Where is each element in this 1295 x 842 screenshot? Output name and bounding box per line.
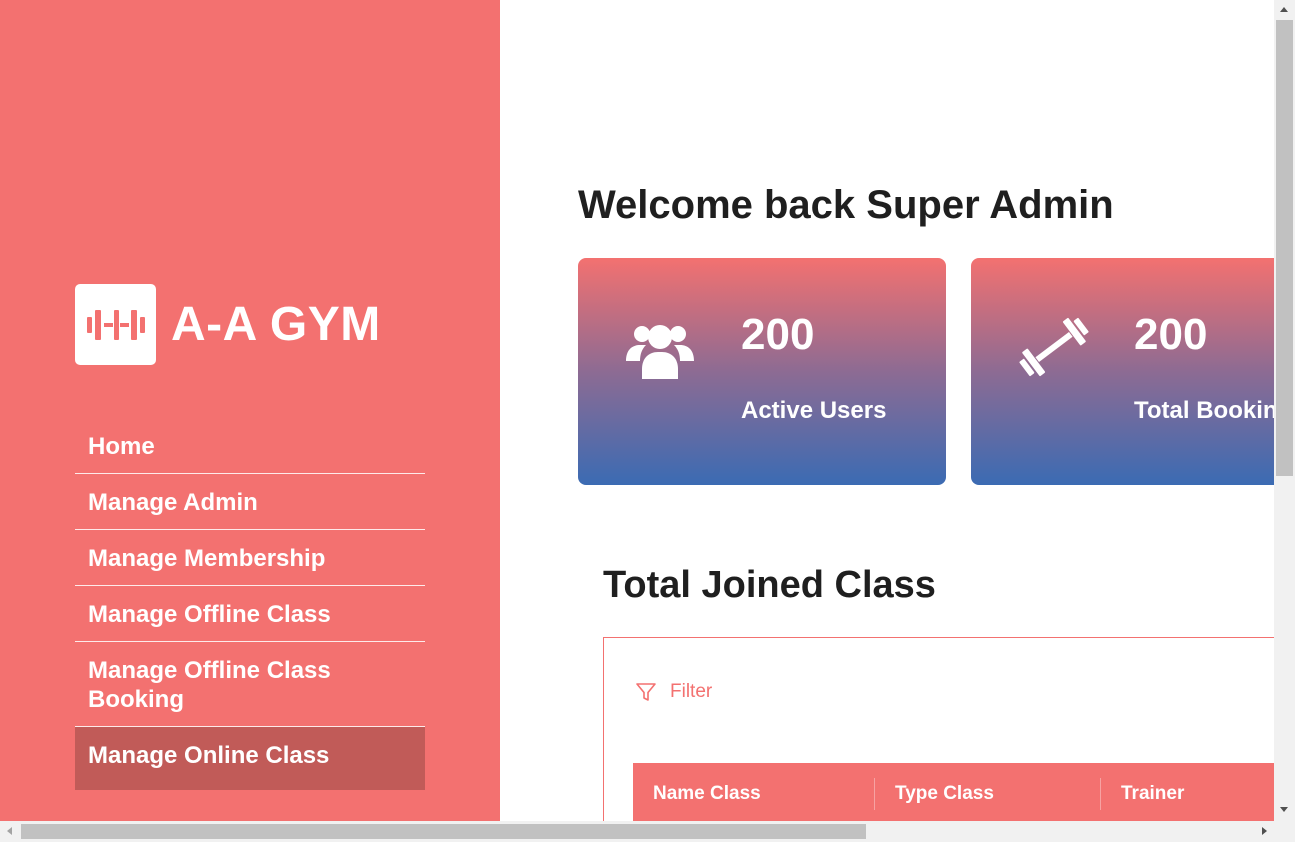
vertical-scroll-thumb[interactable] bbox=[1276, 20, 1293, 476]
page-viewport: A-A GYM Home Manage Admin Manage Members… bbox=[0, 0, 1274, 821]
dumbbell-icon bbox=[75, 284, 156, 365]
joined-class-panel: Filter Name Class Type Class Trainer bbox=[603, 637, 1274, 821]
stat-card-total-booking[interactable]: 200 Total Bookin bbox=[971, 258, 1274, 485]
filter-button[interactable]: Filter bbox=[635, 681, 712, 703]
horizontal-scrollbar[interactable] bbox=[0, 821, 1274, 842]
section-title: Total Joined Class bbox=[603, 564, 936, 606]
scroll-right-arrow-icon[interactable] bbox=[1262, 827, 1267, 835]
filter-label: Filter bbox=[670, 681, 713, 702]
scroll-down-arrow-icon[interactable] bbox=[1280, 807, 1288, 812]
column-header-type-class[interactable]: Type Class bbox=[874, 778, 1100, 810]
sidebar-item-home[interactable]: Home bbox=[75, 418, 425, 474]
users-icon bbox=[624, 313, 696, 385]
page-title: Welcome back Super Admin bbox=[578, 183, 1114, 227]
barbell-icon bbox=[1015, 314, 1089, 386]
sidebar-item-manage-admin[interactable]: Manage Admin bbox=[75, 474, 425, 530]
stat-label: Total Bookin bbox=[1134, 397, 1274, 424]
filter-icon bbox=[636, 683, 656, 701]
stat-value: 200 bbox=[741, 310, 815, 359]
table-header: Name Class Type Class Trainer bbox=[633, 763, 1274, 821]
brand-logo[interactable]: A-A GYM bbox=[75, 284, 381, 365]
sidebar-item-manage-offline-class[interactable]: Manage Offline Class bbox=[75, 586, 425, 642]
sidebar: A-A GYM Home Manage Admin Manage Members… bbox=[0, 0, 500, 821]
scroll-up-arrow-icon[interactable] bbox=[1280, 7, 1288, 12]
brand-name: A-A GYM bbox=[171, 298, 381, 351]
horizontal-scroll-thumb[interactable] bbox=[21, 824, 866, 839]
sidebar-item-manage-offline-class-booking[interactable]: Manage Offline Class Booking bbox=[75, 642, 425, 727]
scrollbar-corner bbox=[1274, 821, 1295, 842]
scroll-left-arrow-icon[interactable] bbox=[7, 827, 12, 835]
sidebar-nav: Home Manage Admin Manage Membership Mana… bbox=[75, 418, 425, 790]
main-content: Welcome back Super Admin 200 Active User… bbox=[500, 0, 1274, 821]
sidebar-item-manage-online-class[interactable]: Manage Online Class bbox=[75, 727, 425, 790]
vertical-scrollbar[interactable] bbox=[1274, 0, 1295, 821]
stat-card-active-users[interactable]: 200 Active Users bbox=[578, 258, 946, 485]
column-header-trainer[interactable]: Trainer bbox=[1100, 778, 1274, 810]
column-header-name-class[interactable]: Name Class bbox=[633, 778, 874, 810]
stat-value: 200 bbox=[1134, 310, 1208, 359]
stat-label: Active Users bbox=[741, 397, 887, 424]
sidebar-item-manage-membership[interactable]: Manage Membership bbox=[75, 530, 425, 586]
